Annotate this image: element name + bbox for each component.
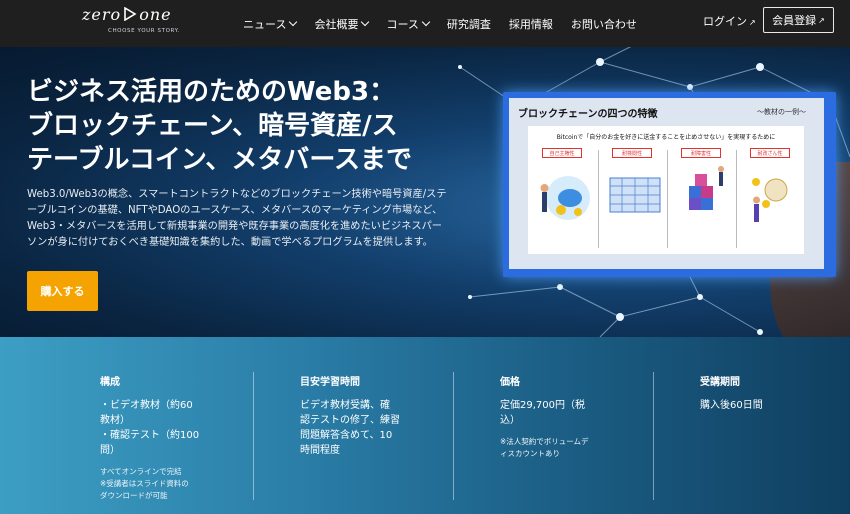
feature-label: 耐検閲性 bbox=[612, 148, 652, 158]
divider bbox=[598, 150, 599, 248]
info-study-time: 目安学習時間 ビデオ教材受講、確 認テストの修了、練習 問題解答含めて、10 時… bbox=[300, 377, 400, 456]
slide-subtitle: 〜教材の一例〜 bbox=[757, 108, 806, 116]
buy-button[interactable]: 購入する bbox=[27, 271, 98, 311]
feature-label: 耐改ざん性 bbox=[750, 148, 790, 158]
register-button[interactable]: 会員登録 ↗ bbox=[763, 7, 834, 33]
logo-tagline: CHOOSE YOUR STORY. bbox=[108, 28, 180, 34]
slide-title: ブロックチェーンの四つの特徴 bbox=[518, 109, 658, 120]
nav-menu: ニュース 会社概要 コース 研究調査 採用情報 お問い合わせ bbox=[243, 0, 655, 47]
top-nav: zero one CHOOSE YOUR STORY. ニュース 会社概要 コース… bbox=[0, 0, 850, 47]
divider bbox=[667, 150, 668, 248]
nav-item-contact[interactable]: お問い合わせ bbox=[571, 16, 637, 32]
slide-caption: Bitcoinで「自分のお金を好きに送金することを止めさせない」を実現するために bbox=[556, 134, 776, 141]
feature-column: 耐改ざん性 bbox=[742, 148, 804, 246]
feature-label: 耐障害性 bbox=[681, 148, 721, 158]
external-link-icon: ↗ bbox=[749, 18, 756, 27]
logo[interactable]: zero one CHOOSE YOUR STORY. bbox=[82, 5, 202, 41]
info-price: 価格 定価29,700円（税 込） ※法人契約でボリュームデ ィスカウントあり bbox=[500, 377, 589, 458]
feature-column: 自己主権性 bbox=[534, 148, 596, 246]
self-sovereignty-illustration bbox=[540, 176, 590, 220]
fault-tolerance-illustration bbox=[689, 166, 724, 210]
chevron-down-icon bbox=[421, 17, 431, 27]
nav-item-course[interactable]: コース bbox=[386, 16, 431, 32]
slide-body: ブロックチェーンの四つの特徴 〜教材の一例〜 Bitcoinで「自分のお金を好き… bbox=[509, 98, 824, 269]
hero-description: Web3.0/Web3の概念、スマートコントラクトなどのブロックチェーン技術や暗… bbox=[27, 189, 447, 248]
feature-column: 耐障害性 bbox=[673, 148, 735, 246]
nav-item-research[interactable]: 研究調査 bbox=[447, 16, 491, 32]
page-title: ビジネス活用のためのWeb3： ブロックチェーン、暗号資産/ス テーブルコイン、… bbox=[27, 77, 413, 175]
course-sample-slide: ブロックチェーンの四つの特徴 〜教材の一例〜 Bitcoinで「自分のお金を好き… bbox=[503, 92, 836, 277]
divider bbox=[453, 372, 454, 500]
censorship-resistance-illustration bbox=[609, 177, 661, 213]
play-icon bbox=[123, 5, 137, 24]
slide-content: Bitcoinで「自分のお金を好きに送金することを止めさせない」を実現するために… bbox=[528, 126, 804, 254]
chevron-down-icon bbox=[361, 17, 370, 27]
nav-item-careers[interactable]: 採用情報 bbox=[509, 16, 553, 32]
divider bbox=[653, 372, 654, 500]
divider bbox=[253, 372, 254, 500]
chevron-down-icon bbox=[289, 17, 298, 27]
nav-item-company[interactable]: 会社概要 bbox=[314, 16, 370, 32]
nav-item-news[interactable]: ニュース bbox=[243, 16, 298, 32]
feature-column: 耐検閲性 bbox=[604, 148, 666, 246]
hero-section: ビジネス活用のためのWeb3： ブロックチェーン、暗号資産/ス テーブルコイン、… bbox=[0, 47, 850, 337]
info-structure: 構成 ・ビデオ教材（約60 教材） ・確認テスト（約100 問） すべてオンライ… bbox=[100, 377, 200, 500]
info-period: 受講期間 購入後60日間 bbox=[700, 377, 763, 411]
feature-label: 自己主権性 bbox=[542, 148, 582, 158]
divider bbox=[736, 150, 737, 248]
tamper-resistance-illustration bbox=[752, 178, 788, 222]
logo-wordmark: zero one bbox=[82, 5, 172, 24]
course-info-section: 構成 ・ビデオ教材（約60 教材） ・確認テスト（約100 問） すべてオンライ… bbox=[0, 337, 850, 514]
login-link[interactable]: ログイン ↗ bbox=[703, 13, 756, 29]
external-link-icon: ↗ bbox=[818, 15, 825, 25]
